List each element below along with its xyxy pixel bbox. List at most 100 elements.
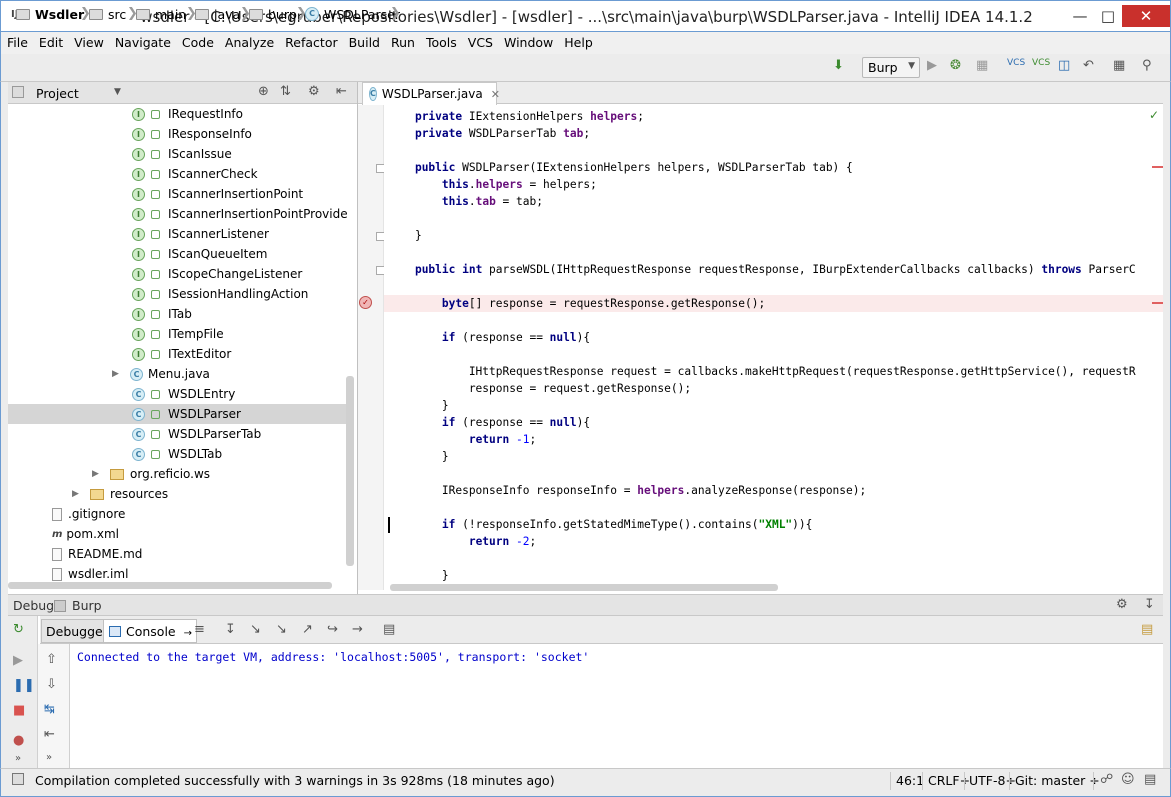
tree-item[interactable]: I IScannerListener bbox=[132, 224, 269, 244]
tree-item[interactable]: .gitignore bbox=[52, 504, 125, 524]
gear-icon[interactable]: ⚙ bbox=[1116, 597, 1128, 612]
tree-item[interactable]: I IScanIssue bbox=[132, 144, 232, 164]
hide-panel-icon[interactable]: ↧ bbox=[1144, 597, 1155, 612]
pause-icon[interactable]: ❚❚ bbox=[13, 678, 35, 693]
menu-window[interactable]: Window bbox=[498, 32, 558, 50]
evaluate-expression-icon[interactable]: → bbox=[352, 622, 363, 637]
force-step-into-icon[interactable]: ↘ bbox=[276, 622, 287, 637]
event-log-icon[interactable]: ▤ bbox=[1144, 772, 1156, 787]
project-tree-scrollbar[interactable] bbox=[346, 376, 354, 566]
menu-tools[interactable]: Tools bbox=[420, 32, 462, 50]
menu-analyze[interactable]: Analyze bbox=[219, 32, 279, 50]
hide-panel-icon[interactable]: ⇤ bbox=[336, 84, 347, 99]
rerun-icon[interactable]: ↻ bbox=[13, 622, 24, 637]
project-tree-hscrollbar[interactable] bbox=[8, 582, 332, 589]
up-arrow-icon[interactable]: ⇧ bbox=[46, 652, 57, 667]
lock-icon[interactable]: ☍ bbox=[1100, 772, 1113, 787]
breadcrumb-class[interactable]: C WSDLParser bbox=[305, 6, 400, 22]
tree-item[interactable]: ▶ C Menu.java bbox=[112, 364, 210, 384]
tree-item[interactable]: ▶ org.reficio.ws bbox=[92, 464, 210, 484]
close-icon[interactable]: ✕ bbox=[1122, 5, 1170, 27]
step-over-icon[interactable]: ↧ bbox=[225, 622, 236, 637]
vcs-commit-icon[interactable]: VCS bbox=[1032, 58, 1050, 68]
menu-file[interactable]: File bbox=[1, 32, 33, 50]
minimize-icon[interactable]: — bbox=[1067, 5, 1093, 27]
coverage-icon[interactable]: ▦ bbox=[976, 58, 988, 73]
tree-item[interactable]: ▶ resources bbox=[72, 484, 168, 504]
expand-arrow-icon[interactable]: ▶ bbox=[112, 369, 130, 379]
tree-item[interactable]: I ISessionHandlingAction bbox=[132, 284, 308, 304]
tree-item-selected[interactable]: C WSDLParser bbox=[8, 404, 348, 424]
run-configuration-select[interactable]: Burp ▼ bbox=[862, 57, 920, 78]
menu-refactor[interactable]: Refactor bbox=[279, 32, 342, 50]
editor-gutter[interactable]: ✓ bbox=[358, 105, 385, 590]
collapse-all-icon[interactable]: ⇅ bbox=[280, 84, 291, 99]
tree-item[interactable]: I ITab bbox=[132, 304, 192, 324]
tree-item[interactable]: I IScanQueueItem bbox=[132, 244, 267, 264]
resume-icon[interactable]: ▶ bbox=[13, 653, 23, 668]
stop-icon[interactable]: ■ bbox=[13, 703, 25, 718]
chevron-down-icon[interactable]: ▼ bbox=[114, 87, 121, 97]
debug-config-label[interactable]: Burp bbox=[72, 598, 102, 613]
tree-item[interactable]: I IScannerInsertionPointProvider bbox=[132, 204, 348, 224]
scroll-to-end-icon[interactable]: ⇤ bbox=[44, 727, 55, 742]
compare-icon[interactable]: ◫ bbox=[1058, 58, 1070, 73]
breadcrumb-src[interactable]: src bbox=[89, 6, 126, 22]
inspector-icon[interactable]: ☺ bbox=[1121, 772, 1135, 787]
error-stripe-marker[interactable] bbox=[1152, 166, 1163, 168]
editor-hscrollbar[interactable] bbox=[390, 584, 778, 591]
code-editor[interactable]: private IExtensionHelpers helpers; priva… bbox=[384, 105, 1163, 585]
tree-item[interactable]: m pom.xml bbox=[52, 524, 119, 544]
menu-run[interactable]: Run bbox=[385, 32, 420, 50]
tree-item[interactable]: I ITextEditor bbox=[132, 344, 231, 364]
search-icon[interactable]: ⚲ bbox=[1142, 58, 1152, 73]
menu-help[interactable]: Help bbox=[558, 32, 598, 50]
breadcrumb-main[interactable]: main bbox=[136, 6, 186, 22]
down-arrow-icon[interactable]: ⇩ bbox=[46, 677, 57, 692]
tree-item[interactable]: C WSDLTab bbox=[132, 444, 222, 464]
run-to-cursor-icon[interactable]: ↪ bbox=[327, 622, 338, 637]
close-tab-icon[interactable]: ✕ bbox=[491, 88, 500, 101]
debug-icon[interactable]: ❂ bbox=[950, 58, 961, 73]
revert-icon[interactable]: ↶ bbox=[1083, 58, 1094, 73]
view-breakpoints-icon[interactable]: ● bbox=[13, 733, 24, 748]
toggle-tool-windows-icon[interactable] bbox=[12, 773, 24, 785]
restore-layout-icon[interactable]: ▤ bbox=[1141, 622, 1153, 637]
tab-console[interactable]: Console → bbox=[103, 619, 198, 643]
expand-arrow-icon[interactable]: ▶ bbox=[72, 489, 90, 499]
more-icon[interactable]: » bbox=[46, 752, 52, 763]
project-view-label[interactable]: Project bbox=[36, 86, 79, 101]
locate-icon[interactable]: ⊕ bbox=[258, 84, 269, 99]
menu-edit[interactable]: Edit bbox=[33, 32, 68, 50]
error-stripe-marker[interactable] bbox=[1152, 302, 1163, 304]
soft-wrap-icon[interactable]: ↹ bbox=[44, 702, 55, 717]
menu-code[interactable]: Code bbox=[176, 32, 219, 50]
tree-item[interactable]: I IResponseInfo bbox=[132, 124, 252, 144]
breakpoint-icon[interactable]: ✓ bbox=[359, 296, 372, 309]
caret-position[interactable]: 46:1 bbox=[896, 773, 924, 788]
pin-icon[interactable]: → bbox=[184, 628, 192, 639]
tree-item[interactable]: C WSDLParserTab bbox=[132, 424, 261, 444]
tree-item[interactable]: I IScannerInsertionPoint bbox=[132, 184, 303, 204]
layout-icon[interactable]: ▤ bbox=[383, 622, 395, 637]
gear-icon[interactable]: ⚙ bbox=[308, 84, 320, 99]
menu-navigate[interactable]: Navigate bbox=[109, 32, 176, 50]
maximize-icon[interactable]: □ bbox=[1095, 5, 1121, 27]
run-icon[interactable]: ▶ bbox=[927, 58, 937, 73]
expand-arrow-icon[interactable]: ▶ bbox=[92, 469, 110, 479]
tree-item[interactable]: I IRequestInfo bbox=[132, 104, 243, 124]
tree-item[interactable]: wsdler.iml bbox=[52, 564, 128, 582]
more-icon[interactable]: » bbox=[15, 753, 21, 764]
step-into-icon[interactable]: ↘ bbox=[250, 622, 261, 637]
breadcrumb-burp[interactable]: burp bbox=[249, 6, 297, 22]
tree-item[interactable]: I ITempFile bbox=[132, 324, 224, 344]
menu-vcs[interactable]: VCS bbox=[462, 32, 498, 50]
tree-item[interactable]: I IScannerCheck bbox=[132, 164, 258, 184]
make-project-icon[interactable]: ⬇ bbox=[833, 58, 844, 73]
tree-item[interactable]: C WSDLEntry bbox=[132, 384, 235, 404]
menu-build[interactable]: Build bbox=[343, 32, 385, 50]
console-output[interactable]: Connected to the target VM, address: 'lo… bbox=[70, 644, 1163, 768]
vcs-branch[interactable]: Git: master ÷ bbox=[1015, 773, 1100, 788]
tree-item[interactable]: I IScopeChangeListener bbox=[132, 264, 302, 284]
breadcrumb-project[interactable]: Wsdler bbox=[16, 6, 84, 22]
